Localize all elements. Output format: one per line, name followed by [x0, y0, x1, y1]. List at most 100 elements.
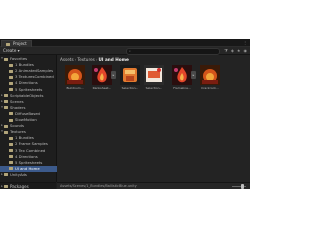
tree-item[interactable]: 5 Spritesheets	[0, 160, 61, 166]
asset-label: Crackrock...	[201, 87, 219, 90]
asset-label: Selection...	[145, 87, 163, 90]
panel-menu-icon[interactable]: ⋮	[243, 40, 247, 45]
asset-item[interactable]: Buildnum...	[64, 65, 86, 95]
tree-item[interactable]: 4 Directions	[0, 154, 61, 160]
folder-icon	[9, 88, 13, 91]
tree-item[interactable]: ▾ Favorites	[0, 56, 56, 62]
tree-item-label: Textures	[10, 129, 26, 135]
asset-thumbnail[interactable]	[65, 65, 85, 85]
project-window: Project ⋮ Create ▾ ⌕ ⧩ ◈ ★ ◉ ▾ Favorites 1…	[0, 39, 250, 189]
folder-icon	[4, 124, 8, 128]
tree-item[interactable]: 1 Bundles	[0, 135, 61, 141]
asset-item[interactable]: Frameline... ▸	[171, 65, 196, 95]
tree-item-label: Sounds	[10, 123, 24, 129]
folder-icon	[6, 42, 10, 46]
expand-sprites-icon[interactable]: ▸	[111, 71, 116, 79]
tab-project[interactable]: Project	[1, 40, 32, 47]
tree-item-label: 5 Spritesheets	[15, 86, 43, 92]
filter-icon[interactable]: ⧩	[224, 48, 228, 53]
tree-item[interactable]: ▾ Textures	[0, 129, 56, 135]
asset-label: Buildnum...	[66, 87, 84, 90]
asset-item[interactable]: Selection...	[143, 65, 165, 95]
asset-thumbnail[interactable]	[144, 65, 164, 85]
folder-icon	[9, 112, 13, 116]
tag-icon[interactable]: ◈	[231, 48, 234, 53]
asset-thumbnail[interactable]	[172, 65, 192, 85]
tree-item-label: UnityAds	[10, 171, 27, 177]
folder-icon	[9, 155, 13, 159]
folder-icon	[4, 100, 8, 104]
tree-item-label: ScriptableObjects	[10, 92, 44, 98]
search-icon: ⌕	[129, 49, 131, 53]
asset-thumbnail[interactable]	[200, 65, 220, 85]
tree-item-packages[interactable]: ▸ Packages	[0, 182, 56, 189]
asset-label: Selection...	[121, 87, 139, 90]
tree-item-label: 3 Tex Combined	[15, 147, 46, 153]
search-input[interactable]: ⌕	[126, 48, 220, 55]
zoom-slider[interactable]	[232, 184, 246, 189]
tree-item-label: 1 Bundles	[15, 135, 34, 141]
tree-item-label: 4 Directions	[15, 153, 38, 159]
folder-icon	[4, 173, 8, 177]
status-bar: Assets/Scenes/1_Bundles/BallisticBlue.un…	[57, 182, 250, 189]
create-button[interactable]: Create ▾	[3, 48, 20, 53]
expand-sprites-icon[interactable]: ▸	[191, 71, 196, 79]
folder-icon	[4, 106, 8, 110]
window-titlebar: Project ⋮	[0, 39, 250, 47]
tree-item[interactable]: ▸ ScriptableObjects	[0, 93, 56, 99]
project-toolbar: Create ▾ ⌕ ⧩ ◈ ★ ◉	[0, 47, 250, 55]
breadcrumb-item[interactable]: Textures	[77, 57, 95, 62]
star-icon[interactable]: ★	[237, 48, 241, 53]
tree-item[interactable]: DiffuseBased	[0, 111, 61, 117]
folder-icon	[4, 57, 8, 61]
tree-item[interactable]: ▸ Scenes	[0, 99, 56, 105]
tree-item[interactable]: SlowMotion	[0, 117, 61, 123]
folder-icon	[9, 69, 13, 73]
zoom-slider-handle[interactable]	[241, 184, 244, 189]
tree-item[interactable]: 1 Bundles	[0, 62, 61, 68]
folder-icon	[9, 161, 13, 165]
asset-grid: Buildnum... Ranksheet... ▸ Selection... Sele…	[61, 65, 247, 97]
tree-item-label: 2 Frame Samples	[15, 141, 48, 147]
folder-icon	[9, 136, 13, 140]
eye-icon[interactable]: ◉	[244, 48, 248, 53]
tree-item[interactable]: 2 AnimatedSamples	[0, 68, 61, 74]
folder-icon	[9, 63, 13, 67]
asset-label: Ranksheet...	[92, 87, 112, 90]
folder-icon	[4, 130, 8, 134]
tree-item[interactable]: 4 Directions	[0, 80, 61, 86]
tree-item[interactable]: ▾ Shaders	[0, 105, 56, 111]
tree-item-label: 4 Directions	[15, 80, 38, 86]
folder-icon	[4, 185, 8, 188]
folder-icon	[9, 167, 13, 171]
tree-item-label: 2 AnimatedSamples	[15, 68, 54, 74]
breadcrumb-separator: ›	[95, 57, 98, 62]
tree-item-label: SlowMotion	[15, 117, 37, 123]
asset-thumbnail[interactable]	[92, 65, 112, 85]
tree-item[interactable]: ▸ Sounds	[0, 123, 56, 129]
toolbar-icons: ⧩ ◈ ★ ◉	[224, 48, 247, 53]
asset-item[interactable]: Ranksheet... ▸	[91, 65, 116, 95]
folder-icon	[9, 118, 13, 122]
tree-item[interactable]: 3 TexturesCombined	[0, 74, 61, 80]
tree-item[interactable]: 3 Tex Combined	[0, 148, 61, 154]
folder-icon	[4, 94, 8, 98]
folder-icon	[9, 142, 13, 146]
tree-item[interactable]: ▸ UnityAds	[0, 172, 56, 178]
tree-item[interactable]: 2 Frame Samples	[0, 141, 61, 147]
folder-tree: ▾ Favorites 1 Bundles 2 AnimatedSamples 3 Te…	[0, 55, 61, 182]
asset-item[interactable]: Selection...	[119, 65, 141, 95]
tree-item-label: DiffuseBased	[15, 110, 40, 116]
tree-item-label: Packages	[10, 183, 29, 189]
tree-item[interactable]: UI and Home	[0, 165, 61, 172]
asset-browser: Assets›Textures›UI and Home Buildnum... R…	[57, 55, 250, 182]
breadcrumb-item[interactable]: Assets	[60, 57, 74, 62]
asset-label: Frameline...	[173, 87, 191, 90]
asset-item[interactable]: Crackrock...	[199, 65, 221, 95]
tree-item[interactable]: 5 Spritesheets	[0, 87, 61, 93]
tree-item-label: 5 Spritesheets	[15, 159, 43, 165]
tree-item-label: UI and Home	[15, 165, 40, 171]
asset-thumbnail[interactable]	[120, 65, 140, 85]
tree-item-label: Favorites	[10, 56, 28, 62]
breadcrumb-current[interactable]: UI and Home	[99, 57, 129, 62]
